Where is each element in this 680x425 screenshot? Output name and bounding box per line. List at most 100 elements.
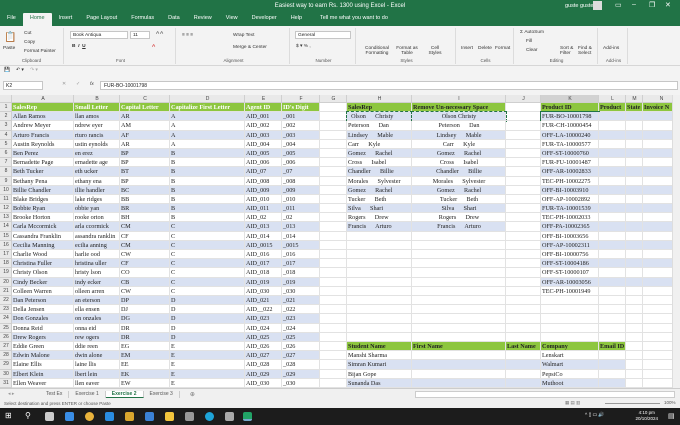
cell-D17[interactable]: C	[170, 250, 245, 260]
cell-L21[interactable]	[599, 286, 626, 296]
cell-G3[interactable]	[320, 121, 347, 131]
cell-N2[interactable]	[643, 112, 672, 122]
cell-B4[interactable]: rturo rancis	[74, 130, 120, 140]
cell-M20[interactable]	[626, 277, 643, 287]
cell-G24[interactable]	[320, 314, 347, 324]
cell-I6[interactable]: Gomez Rachel	[412, 148, 506, 159]
cell-E25[interactable]: AID_024	[245, 323, 282, 333]
cell-D26[interactable]: D	[170, 332, 245, 342]
cell-J31[interactable]	[506, 378, 541, 388]
notifications-icon[interactable]: ▤	[668, 412, 675, 420]
cell-M18[interactable]	[626, 259, 643, 269]
row-header-22[interactable]: 22	[0, 295, 12, 306]
cell-G14[interactable]	[320, 222, 347, 232]
enter-icon[interactable]: ✓	[76, 82, 80, 87]
cell-E28[interactable]: AID_027	[245, 351, 282, 361]
cell-I4[interactable]: Lindsey Mable	[412, 130, 506, 140]
cell-I24[interactable]	[412, 314, 506, 324]
cell-D29[interactable]: E	[170, 360, 245, 370]
cell-K4[interactable]: OFF-LA-10000240	[541, 130, 599, 140]
cell-F31[interactable]: _030	[282, 378, 320, 388]
cell-G27[interactable]	[320, 341, 347, 352]
cell-B7[interactable]: ernadette age	[74, 158, 120, 168]
sheet-tab-test-ex[interactable]: Test Ex	[40, 390, 70, 398]
cell-B8[interactable]: eth ucker	[74, 167, 120, 177]
cell-E12[interactable]: AID_011	[245, 204, 282, 214]
cell-J10[interactable]	[506, 185, 541, 195]
row-header-3[interactable]: 3	[0, 121, 12, 131]
formula-input[interactable]: FUR-BO-10001798	[100, 81, 678, 90]
cell-K25[interactable]	[541, 323, 599, 333]
cell-K30[interactable]: PepsiCo	[541, 369, 599, 379]
cell-N25[interactable]	[643, 324, 672, 333]
row-header-13[interactable]: 13	[0, 213, 12, 223]
cell-G11[interactable]	[320, 194, 347, 205]
cell-D6[interactable]: B	[170, 148, 245, 159]
cell-F8[interactable]: _07	[282, 167, 320, 177]
delete-button[interactable]: Delete	[478, 46, 492, 51]
cell-J27[interactable]: Last Name	[506, 341, 541, 352]
cell-M8[interactable]	[626, 167, 643, 177]
cell-A2[interactable]: Allan Ramos	[12, 112, 74, 122]
restore-icon[interactable]: ❐	[649, 1, 655, 9]
cell-N19[interactable]	[643, 268, 672, 278]
cell-B25[interactable]: onna eid	[74, 323, 120, 333]
column-header-E[interactable]: E	[245, 95, 282, 103]
row-header-29[interactable]: 29	[0, 360, 12, 370]
cell-N7[interactable]	[643, 158, 672, 168]
font-color-icon[interactable]: A	[152, 44, 155, 49]
cell-G6[interactable]	[320, 148, 347, 159]
cell-I5[interactable]: Carr Kyle	[412, 139, 506, 149]
cell-C31[interactable]: EW	[120, 378, 170, 388]
cell-F3[interactable]: _002	[282, 121, 320, 131]
cell-A17[interactable]: Charlie Wood	[12, 250, 74, 260]
cell-H3[interactable]: Peterson Dan	[347, 121, 412, 131]
cell-L7[interactable]	[599, 158, 626, 168]
cell-F6[interactable]: _005	[282, 148, 320, 159]
cell-A6[interactable]: Ben Perez	[12, 148, 74, 159]
cell-D30[interactable]: E	[170, 369, 245, 379]
file-explorer-icon[interactable]	[165, 412, 174, 421]
cell-A29[interactable]: Elaine Ellis	[12, 360, 74, 370]
cell-I11[interactable]: Tucker Beth	[412, 194, 506, 205]
row-header-5[interactable]: 5	[0, 139, 12, 149]
cell-K24[interactable]	[541, 314, 599, 324]
cell-G2[interactable]	[320, 112, 347, 122]
zoom-level[interactable]: 100%	[664, 400, 676, 405]
cell-N27[interactable]	[643, 342, 672, 352]
row-header-26[interactable]: 26	[0, 332, 12, 342]
row-header-16[interactable]: 16	[0, 240, 12, 251]
clear-button[interactable]: Clear	[526, 48, 537, 53]
cell-A5[interactable]: Austin Reynolds	[12, 139, 74, 149]
cell-B20[interactable]: indy ecker	[74, 277, 120, 287]
cell-G26[interactable]	[320, 332, 347, 342]
cell-B6[interactable]: en erez	[74, 148, 120, 159]
cell-A24[interactable]: Don Gonzales	[12, 314, 74, 324]
cell-A13[interactable]: Brooke Horton	[12, 213, 74, 223]
tab-page-layout[interactable]: Page Layout	[79, 13, 124, 26]
cell-B28[interactable]: dwin alone	[74, 351, 120, 361]
cell-C9[interactable]: BP	[120, 176, 170, 186]
copy-button[interactable]: Copy	[24, 40, 35, 45]
cell-E11[interactable]: AID_010	[245, 194, 282, 205]
cell-H6[interactable]: Gomez Rachel	[347, 148, 412, 159]
format-as-table-button[interactable]: Format as Table	[394, 46, 420, 56]
cell-L17[interactable]	[599, 250, 626, 260]
cell-H9[interactable]: Morales Sylvester	[347, 176, 412, 186]
cell-D19[interactable]: C	[170, 268, 245, 278]
cell-G19[interactable]	[320, 268, 347, 278]
cell-C21[interactable]: CW	[120, 286, 170, 296]
cell-E4[interactable]: AID_003	[245, 130, 282, 140]
cell-F2[interactable]: _001	[282, 112, 320, 122]
app3-icon[interactable]	[225, 412, 234, 421]
cell-K8[interactable]: OFF-AR-10002833	[541, 167, 599, 177]
cell-N21[interactable]	[643, 286, 672, 296]
column-header-G[interactable]: G	[320, 95, 347, 103]
cell-K6[interactable]: OFF-ST-10000760	[541, 148, 599, 159]
cell-F22[interactable]: _021	[282, 295, 320, 306]
cell-F25[interactable]: _024	[282, 323, 320, 333]
cell-N5[interactable]	[643, 139, 672, 149]
cell-K1[interactable]: Product ID	[541, 103, 599, 113]
cell-E13[interactable]: AID_02	[245, 213, 282, 223]
cell-L16[interactable]	[599, 240, 626, 251]
